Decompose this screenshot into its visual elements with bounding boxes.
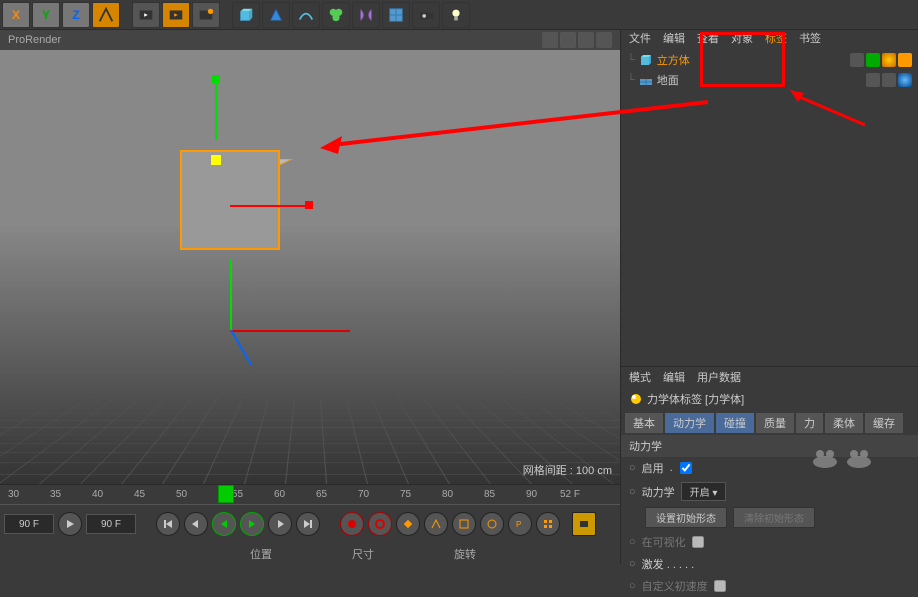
layer-tag-icon[interactable] [866, 73, 880, 87]
rotation-label: 旋转 [454, 546, 476, 562]
viewport-3d[interactable]: 网格间距 : 100 cm [0, 50, 620, 484]
object-tree[interactable]: └ 立方体 └ 地面 [621, 46, 918, 366]
tab-soft[interactable]: 柔体 [825, 413, 863, 433]
tree-item-cube[interactable]: └ 立方体 [625, 50, 914, 70]
primitive-cube-button[interactable] [232, 2, 260, 28]
render-region-button[interactable] [162, 2, 190, 28]
top-toolbar: X Y Z [0, 0, 918, 30]
axis-z-button[interactable]: Z [62, 2, 90, 28]
prop-dynamics: ○ 动力学 开启 ▾ [621, 479, 918, 504]
generator-button[interactable] [322, 2, 350, 28]
obj-menu-tags[interactable]: 标签 [765, 30, 787, 46]
enable-checkbox[interactable] [680, 462, 692, 474]
obj-menu-object[interactable]: 对象 [731, 30, 753, 46]
size-label: 尺寸 [352, 546, 374, 562]
obj-menu-edit[interactable]: 编辑 [663, 30, 685, 46]
tab-dynamics[interactable]: 动力学 [665, 413, 714, 433]
dynamics-dropdown[interactable]: 开启 ▾ [681, 482, 727, 501]
prop-set-initial: 设置初始形态 清除初始形态 [621, 504, 918, 531]
goto-start-button[interactable] [156, 512, 180, 536]
key-pla-button[interactable] [536, 512, 560, 536]
world-coord-button[interactable] [92, 2, 120, 28]
filmstrip-button[interactable] [572, 512, 596, 536]
render-button[interactable] [132, 2, 160, 28]
keyframe-sel-button[interactable] [396, 512, 420, 536]
nurbs-button[interactable] [292, 2, 320, 28]
clear-initial-button[interactable]: 清除初始形态 [733, 507, 815, 528]
environment-button[interactable] [382, 2, 410, 28]
custom-speed-checkbox [714, 580, 726, 592]
cube-icon [639, 53, 653, 67]
play-back-button[interactable] [212, 512, 236, 536]
timeline-ruler[interactable]: 30 35 40 45 50 52 55 60 65 70 75 80 85 9… [0, 485, 620, 505]
axis-x-button[interactable]: X [2, 2, 30, 28]
goto-frame-input[interactable] [86, 514, 136, 534]
viewport-opt-3-icon[interactable] [578, 32, 594, 48]
set-initial-button[interactable]: 设置初始形态 [645, 507, 727, 528]
camera-button[interactable] [412, 2, 440, 28]
position-label: 位置 [250, 546, 272, 562]
dynamics-tag-icon[interactable] [882, 53, 896, 67]
autokey-button[interactable] [368, 512, 392, 536]
dynamics-tag-icon [629, 392, 643, 406]
prop-custom-speed: ○ 自定义初速度 [621, 575, 918, 597]
attr-title: 力学体标签 [力学体] [621, 387, 918, 411]
visibility-tag-icon[interactable] [866, 53, 880, 67]
floor-icon [639, 73, 653, 87]
viewport-opt-2-icon[interactable] [560, 32, 576, 48]
attr-menu-mode[interactable]: 模式 [629, 369, 651, 385]
extra-tag-icon[interactable] [898, 53, 912, 67]
obj-menu-file[interactable]: 文件 [629, 30, 651, 46]
watermark-icon [810, 444, 880, 479]
play-forward-button[interactable] [240, 512, 264, 536]
tab-basic[interactable]: 基本 [625, 413, 663, 433]
viewport-header: ProRender [0, 30, 620, 50]
pen-tool-button[interactable] [262, 2, 290, 28]
attr-tabs: 基本 动力学 碰撞 质量 力 柔体 缓存 [621, 411, 918, 435]
prop-trigger: ○ 激发 . . . . . [621, 553, 918, 575]
timeline-playhead[interactable] [218, 485, 234, 503]
object-manager-menu: 文件 编辑 查看 对象 标签 书签 [621, 30, 918, 46]
viewport-opt-1-icon[interactable] [542, 32, 558, 48]
attr-menu-edit[interactable]: 编辑 [663, 369, 685, 385]
deformer-button[interactable] [352, 2, 380, 28]
axis-y-button[interactable]: Y [32, 2, 60, 28]
render-settings-button[interactable] [192, 2, 220, 28]
grid-spacing-label: 网格间距 : 100 cm [523, 462, 612, 478]
tab-collision[interactable]: 碰撞 [716, 413, 754, 433]
key-pos-button[interactable] [424, 512, 448, 536]
layer-tag-icon[interactable] [850, 53, 864, 67]
obj-menu-view[interactable]: 查看 [697, 30, 719, 46]
current-frame-input[interactable] [4, 514, 54, 534]
renderer-label: ProRender [8, 34, 61, 46]
light-button[interactable] [442, 2, 470, 28]
play-small-button[interactable] [58, 512, 82, 536]
tree-item-floor[interactable]: └ 地面 [625, 70, 914, 90]
prev-key-button[interactable] [184, 512, 208, 536]
key-rot-button[interactable] [480, 512, 504, 536]
attr-menu-userdata[interactable]: 用户数据 [697, 369, 741, 385]
svg-text:P: P [516, 520, 521, 529]
visibility-tag-icon[interactable] [882, 73, 896, 87]
key-param-button[interactable]: P [508, 512, 532, 536]
visible-checkbox [692, 536, 704, 548]
cube-object[interactable] [180, 150, 280, 250]
bottom-info-bar: 位置 尺寸 旋转 [0, 544, 620, 564]
tab-mass[interactable]: 质量 [756, 413, 794, 433]
tab-cache[interactable]: 缓存 [865, 413, 903, 433]
viewport-opt-4-icon[interactable] [596, 32, 612, 48]
tab-force[interactable]: 力 [796, 413, 823, 433]
collider-tag-icon[interactable] [898, 73, 912, 87]
attribute-menu: 模式 编辑 用户数据 [621, 367, 918, 387]
prop-visible-only: ○ 在可视化 [621, 531, 918, 553]
goto-end-button[interactable] [296, 512, 320, 536]
next-key-button[interactable] [268, 512, 292, 536]
obj-menu-bookmark[interactable]: 书签 [799, 30, 821, 46]
record-button[interactable] [340, 512, 364, 536]
key-scale-button[interactable] [452, 512, 476, 536]
